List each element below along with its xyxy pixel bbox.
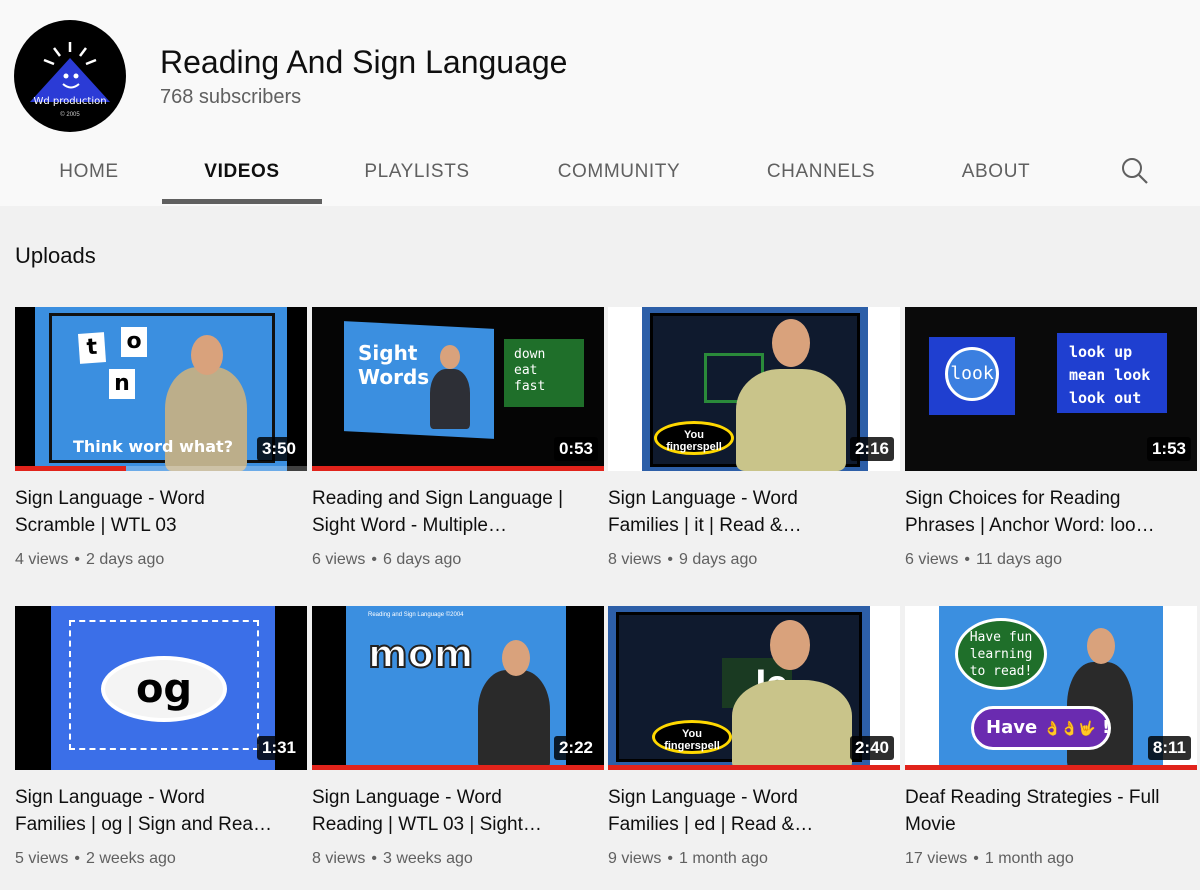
video-duration: 1:53 (1146, 437, 1191, 461)
watch-progress (312, 466, 604, 471)
video-duration: 3:50 (256, 437, 301, 461)
watch-progress (15, 466, 307, 471)
video-duration: 0:53 (553, 437, 598, 461)
thumbnail-word: mom (367, 631, 474, 677)
video-meta: 8 views • 3 weeks ago (312, 850, 473, 867)
video-card[interactable]: Reading and Sign Language ©2004 mom 2:22… (312, 606, 604, 868)
video-meta: 8 views • 9 days ago (608, 551, 758, 568)
phrase-panel: look up mean look look out (1057, 333, 1167, 413)
thumbnail-bubble: You fingerspell (654, 421, 734, 455)
video-thumbnail[interactable]: og 1:31 (15, 606, 307, 770)
video-title[interactable]: Sign Language - Word Families | it | Rea… (608, 485, 900, 539)
tab-community[interactable]: COMMUNITY (540, 138, 698, 206)
thumbnail-top-caption: Reading and Sign Language ©2004 (368, 612, 464, 618)
video-title[interactable]: Sign Choices for Reading Phrases | Ancho… (905, 485, 1197, 539)
video-duration: 2:40 (849, 736, 894, 760)
thumbnail-word: look (945, 347, 999, 401)
tab-home[interactable]: HOME (40, 138, 138, 206)
video-meta: 4 views • 2 days ago (15, 551, 165, 568)
video-thumbnail[interactable]: Reading and Sign Language ©2004 mom 2:22 (312, 606, 604, 770)
video-title[interactable]: Sign Language - Word Scramble | WTL 03 (15, 485, 307, 539)
channel-title: Reading And Sign Language (160, 44, 568, 80)
video-thumbnail[interactable]: le You fingerspell 2:40 (608, 606, 900, 770)
video-duration: 8:11 (1147, 736, 1191, 760)
active-tab-indicator (162, 199, 322, 204)
video-thumbnail[interactable]: Sight Words down eat fast 0:53 (312, 307, 604, 471)
video-meta: 9 views • 1 month ago (608, 850, 768, 867)
avatar-year: © 2005 (60, 112, 80, 118)
thumbnail-bubble: Have fun learning to read! (955, 618, 1047, 690)
watch-progress (905, 466, 1197, 471)
video-thumbnail[interactable]: Have fun learning to read! Have 👌👌🤟 ! 8:… (905, 606, 1197, 770)
channel-tabs: HOME VIDEOS PLAYLISTS COMMUNITY CHANNELS… (0, 138, 1200, 206)
watch-progress (608, 466, 900, 471)
word-list-panel: down eat fast (504, 339, 584, 407)
video-title[interactable]: Sign Language - Word Families | og | Sig… (15, 784, 307, 838)
video-meta: 5 views • 2 weeks ago (15, 850, 176, 867)
letter-tile: o (121, 327, 147, 357)
video-card[interactable]: Have fun learning to read! Have 👌👌🤟 ! 8:… (905, 606, 1197, 868)
video-card[interactable]: You fingerspell 2:16 Sign Language - Wor… (608, 307, 900, 569)
thumbnail-bubble: You fingerspell (652, 720, 732, 754)
tab-channels[interactable]: CHANNELS (750, 138, 892, 206)
search-icon (1122, 158, 1148, 184)
video-thumbnail[interactable]: t o n Think word what? 3:50 (15, 307, 307, 471)
video-duration: 2:16 (849, 437, 894, 461)
signer-figure (430, 369, 470, 429)
video-card[interactable]: og 1:31 Sign Language - Word Families | … (15, 606, 307, 868)
video-title[interactable]: Sign Language - Word Reading | WTL 03 | … (312, 784, 604, 838)
video-meta: 17 views • 1 month ago (905, 850, 1074, 867)
section-title: Uploads (15, 243, 96, 268)
channel-search-button[interactable] (1118, 154, 1152, 188)
video-card[interactable]: look look up mean look look out 1:53 Sig… (905, 307, 1197, 569)
subscriber-count: 768 subscribers (160, 86, 302, 108)
video-thumbnail[interactable]: You fingerspell 2:16 (608, 307, 900, 471)
thumbnail-pill: Have 👌👌🤟 ! (971, 706, 1111, 750)
tab-playlists[interactable]: PLAYLISTS (346, 138, 488, 206)
video-title[interactable]: Sign Language - Word Families | ed | Rea… (608, 784, 900, 838)
video-duration: 1:31 (256, 736, 301, 760)
thumbnail-word: og (101, 656, 227, 722)
video-duration: 2:22 (553, 736, 598, 760)
video-thumbnail[interactable]: look look up mean look look out 1:53 (905, 307, 1197, 471)
video-card[interactable]: Sight Words down eat fast 0:53 Reading a… (312, 307, 604, 569)
video-title[interactable]: Deaf Reading Strategies - Full Movie (905, 784, 1197, 838)
watch-progress (312, 765, 604, 770)
video-meta: 6 views • 6 days ago (312, 551, 462, 568)
letter-tile: t (77, 332, 107, 364)
signer-figure (478, 670, 550, 770)
letter-tile: n (109, 369, 135, 399)
avatar-caption: Wd production (33, 96, 107, 107)
signer-figure (732, 680, 852, 770)
channel-avatar[interactable]: Wd production © 2005 (14, 20, 126, 132)
video-meta: 6 views • 11 days ago (905, 551, 1062, 568)
video-title[interactable]: Reading and Sign Language | Sight Word -… (312, 485, 604, 539)
watch-progress (905, 765, 1197, 770)
thumbnail-caption: Think word what? (73, 437, 233, 456)
tab-videos[interactable]: VIDEOS (162, 138, 322, 206)
watch-progress (608, 765, 900, 770)
thumbnail-sight-words: Sight Words (358, 341, 430, 389)
video-card[interactable]: t o n Think word what? 3:50 Sign Languag… (15, 307, 307, 569)
tab-about[interactable]: ABOUT (944, 138, 1048, 206)
video-card[interactable]: le You fingerspell 2:40 Sign Language - … (608, 606, 900, 868)
signer-figure (736, 369, 846, 471)
watch-progress (15, 765, 307, 770)
